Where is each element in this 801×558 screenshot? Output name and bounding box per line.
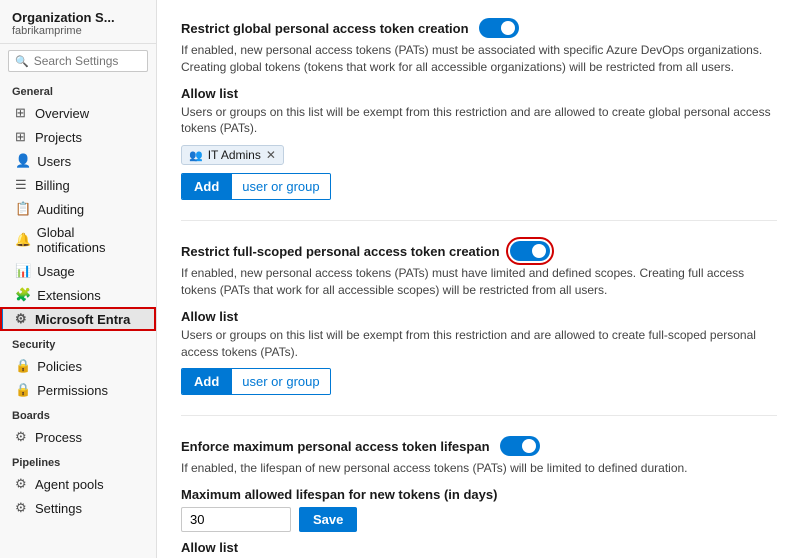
enforce-lifespan-title: Enforce maximum personal access token li… [181, 439, 490, 454]
lifespan-input[interactable] [181, 507, 291, 532]
sidebar-item-label: Projects [35, 130, 82, 145]
tag-close-icon[interactable]: ✕ [266, 148, 276, 162]
toggle-thumb-1 [501, 21, 515, 35]
tag-it-admins: 👥 IT Admins ✕ [181, 145, 284, 165]
sidebar-item-billing[interactable]: ☰ Billing [0, 173, 156, 197]
extensions-icon: 🧩 [15, 287, 31, 303]
restrict-global-pat-title: Restrict global personal access token cr… [181, 21, 469, 36]
settings-icon: ⚙ [15, 500, 29, 516]
search-icon: 🔍 [15, 55, 29, 68]
policies-icon: 🔒 [15, 358, 31, 374]
usage-icon: 📊 [15, 263, 31, 279]
restrict-global-pat-toggle[interactable] [479, 18, 519, 38]
enforce-lifespan-toggle[interactable] [500, 436, 540, 456]
enforce-lifespan-section: Enforce maximum personal access token li… [181, 436, 777, 558]
sidebar-item-permissions[interactable]: 🔒 Permissions [0, 378, 156, 402]
section-label-general: General [0, 78, 156, 101]
sidebar-item-label: Agent pools [35, 477, 104, 492]
add-user-group-btn-1[interactable]: Add user or group [181, 173, 331, 200]
auditing-icon: 📋 [15, 201, 31, 217]
section-label-boards: Boards [0, 402, 156, 425]
section-title-row-2: Restrict full-scoped personal access tok… [181, 241, 777, 261]
allow-list-label-3: Allow list [181, 540, 777, 555]
restrict-full-scoped-pat-section: Restrict full-scoped personal access tok… [181, 241, 777, 416]
sidebar-item-label: Microsoft Entra [35, 312, 130, 327]
tag-group-icon: 👥 [189, 149, 203, 162]
permissions-icon: 🔒 [15, 382, 31, 398]
toggle-thumb-2 [532, 244, 546, 258]
sidebar-item-label: Usage [37, 264, 75, 279]
toggle-track-3[interactable] [500, 436, 540, 456]
sidebar-item-process[interactable]: ⚙ Process [0, 425, 156, 449]
org-title: Organization S... [12, 10, 144, 25]
sidebar-item-label: Extensions [37, 288, 101, 303]
sidebar-item-label: Auditing [37, 202, 84, 217]
sidebar-item-overview[interactable]: ⊞ Overview [0, 101, 156, 125]
restrict-global-pat-section: Restrict global personal access token cr… [181, 18, 777, 221]
sidebar-item-projects[interactable]: ⊞ Projects [0, 125, 156, 149]
search-box[interactable]: 🔍 [8, 50, 148, 72]
allow-list-desc-1: Users or groups on this list will be exe… [181, 104, 777, 138]
allow-list-desc-2: Users or groups on this list will be exe… [181, 327, 777, 361]
add-btn-target-label-1[interactable]: user or group [231, 174, 329, 199]
tag-container-1: 👥 IT Admins ✕ [181, 145, 777, 165]
overview-icon: ⊞ [15, 105, 29, 121]
restrict-full-scoped-pat-title: Restrict full-scoped personal access tok… [181, 244, 500, 259]
section-label-pipelines: Pipelines [0, 449, 156, 472]
tag-label: IT Admins [208, 148, 261, 162]
sidebar-item-label: Policies [37, 359, 82, 374]
main-content: Restrict global personal access token cr… [157, 0, 801, 558]
sidebar-item-policies[interactable]: 🔒 Policies [0, 354, 156, 378]
process-icon: ⚙ [15, 429, 29, 445]
sidebar-item-microsoft-entra[interactable]: ⚙ Microsoft Entra [0, 307, 156, 331]
sidebar-item-label: Process [35, 430, 82, 445]
save-button[interactable]: Save [299, 507, 357, 532]
lifespan-input-row: Save [181, 507, 777, 532]
sidebar-item-usage[interactable]: 📊 Usage [0, 259, 156, 283]
toggle-track-1[interactable] [479, 18, 519, 38]
sidebar-item-global-notifications[interactable]: 🔔 Global notifications [0, 221, 156, 259]
toggle-track-2[interactable] [510, 241, 550, 261]
add-user-group-btn-2[interactable]: Add user or group [181, 368, 331, 395]
sidebar-item-label: Permissions [37, 383, 108, 398]
projects-icon: ⊞ [15, 129, 29, 145]
restrict-full-scoped-pat-desc: If enabled, new personal access tokens (… [181, 265, 777, 299]
add-btn-add-label-2[interactable]: Add [182, 369, 231, 394]
sidebar: Organization S... fabrikamprime 🔍 Genera… [0, 0, 157, 558]
search-input[interactable] [34, 54, 141, 68]
section-title-row-3: Enforce maximum personal access token li… [181, 436, 777, 456]
sidebar-item-label: Overview [35, 106, 89, 121]
sidebar-item-users[interactable]: 👤 Users [0, 149, 156, 173]
restrict-global-pat-desc: If enabled, new personal access tokens (… [181, 42, 777, 76]
sidebar-item-label: Users [37, 154, 71, 169]
sidebar-item-label: Global notifications [37, 225, 144, 255]
toggle-thumb-3 [522, 439, 536, 453]
billing-icon: ☰ [15, 177, 29, 193]
sidebar-item-label: Settings [35, 501, 82, 516]
enforce-lifespan-desc: If enabled, the lifespan of new personal… [181, 460, 777, 477]
entra-icon: ⚙ [15, 311, 29, 327]
allow-list-label-1: Allow list [181, 86, 777, 101]
agent-pools-icon: ⚙ [15, 476, 29, 492]
sidebar-item-label: Billing [35, 178, 70, 193]
org-subtitle: fabrikamprime [12, 25, 144, 37]
org-header: Organization S... fabrikamprime [0, 0, 156, 44]
notifications-icon: 🔔 [15, 232, 31, 248]
sidebar-item-extensions[interactable]: 🧩 Extensions [0, 283, 156, 307]
sidebar-item-auditing[interactable]: 📋 Auditing [0, 197, 156, 221]
section-title-row-1: Restrict global personal access token cr… [181, 18, 777, 38]
sidebar-item-settings[interactable]: ⚙ Settings [0, 496, 156, 520]
sidebar-item-agent-pools[interactable]: ⚙ Agent pools [0, 472, 156, 496]
add-btn-add-label-1[interactable]: Add [182, 174, 231, 199]
add-btn-target-label-2[interactable]: user or group [231, 369, 329, 394]
section-label-security: Security [0, 331, 156, 354]
max-lifespan-label: Maximum allowed lifespan for new tokens … [181, 487, 777, 502]
restrict-full-scoped-pat-toggle[interactable] [510, 241, 550, 261]
users-icon: 👤 [15, 153, 31, 169]
allow-list-label-2: Allow list [181, 309, 777, 324]
